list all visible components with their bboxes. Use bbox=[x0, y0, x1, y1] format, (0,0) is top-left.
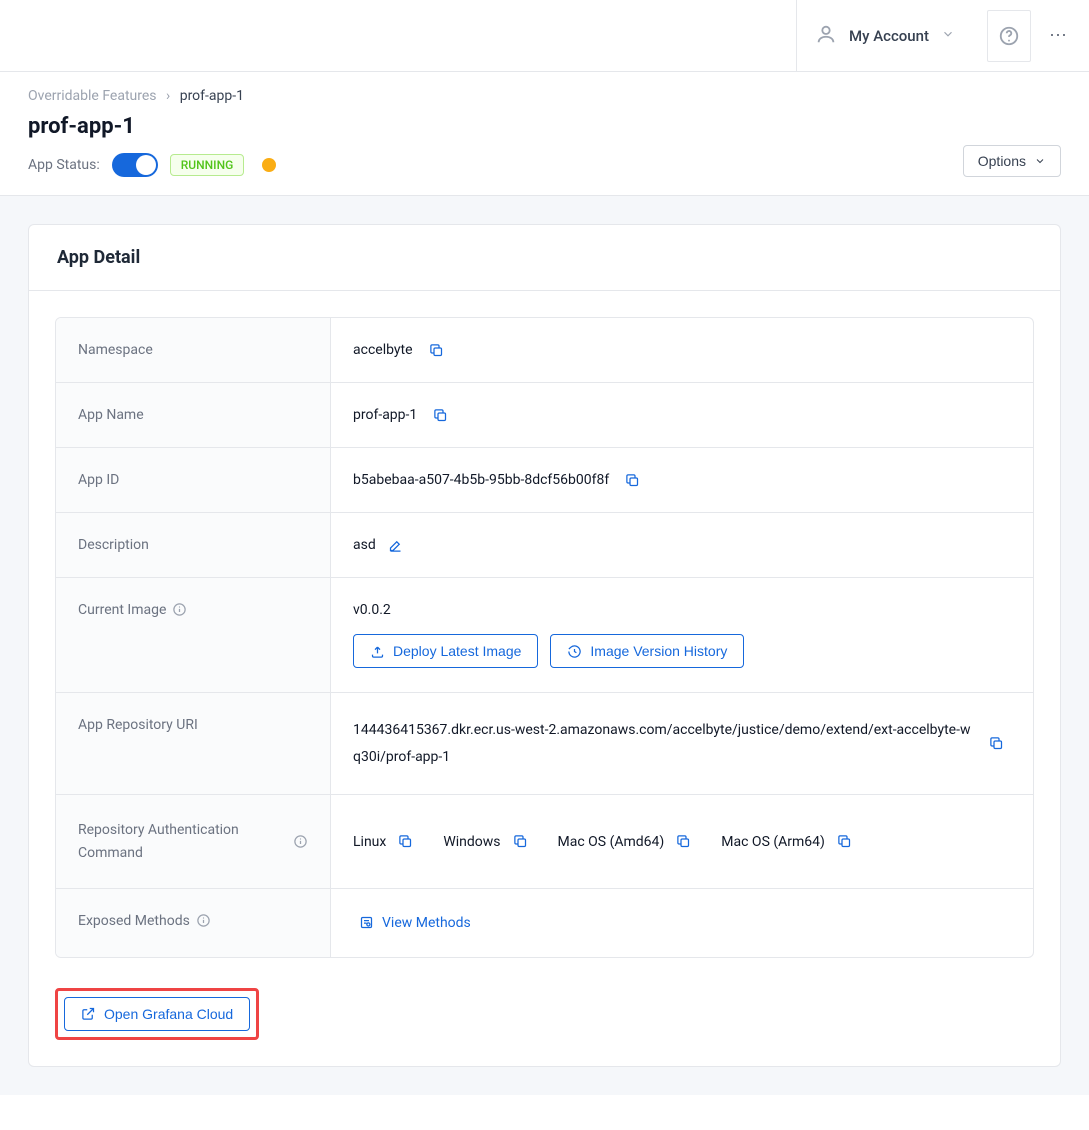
card-body: Namespace accelbyte App Name prof-app-1 … bbox=[29, 291, 1060, 1066]
auth-mac-arm-label: Mac OS (Arm64) bbox=[721, 834, 825, 850]
options-label: Options bbox=[978, 153, 1026, 169]
copy-icon[interactable] bbox=[433, 408, 448, 423]
row-app-name: App Name prof-app-1 bbox=[56, 383, 1033, 448]
user-icon bbox=[815, 23, 837, 49]
breadcrumb-separator: › bbox=[166, 88, 170, 104]
exposed-label-text: Exposed Methods bbox=[78, 913, 190, 929]
card-title: App Detail bbox=[29, 225, 1060, 291]
running-badge: RUNNING bbox=[170, 154, 245, 176]
auth-linux-label: Linux bbox=[353, 834, 386, 850]
label-description: Description bbox=[56, 513, 331, 577]
page-title: prof-app-1 bbox=[28, 114, 1061, 139]
repo-uri-text: 144436415367.dkr.ecr.us-west-2.amazonaws… bbox=[353, 717, 973, 770]
edit-icon[interactable] bbox=[388, 538, 403, 553]
namespace-text: accelbyte bbox=[353, 342, 413, 358]
value-repo-auth: Linux Windows Mac OS (Amd64) Mac OS bbox=[331, 795, 1033, 888]
app-detail-card: App Detail Namespace accelbyte App Name … bbox=[28, 224, 1061, 1067]
value-repo-uri: 144436415367.dkr.ecr.us-west-2.amazonaws… bbox=[331, 693, 1033, 794]
options-button[interactable]: Options bbox=[963, 145, 1061, 177]
breadcrumb-current: prof-app-1 bbox=[180, 88, 244, 104]
label-current-image: Current Image bbox=[56, 578, 331, 692]
breadcrumb-root[interactable]: Overridable Features bbox=[28, 88, 157, 104]
app-status-toggle[interactable] bbox=[112, 153, 158, 177]
info-icon[interactable] bbox=[293, 834, 308, 849]
label-exposed: Exposed Methods bbox=[56, 889, 331, 957]
deploy-label: Deploy Latest Image bbox=[393, 643, 521, 659]
app-status-label: App Status: bbox=[28, 157, 100, 173]
current-image-text: v0.0.2 bbox=[353, 602, 391, 618]
history-label: Image Version History bbox=[590, 643, 727, 659]
app-id-text: b5abebaa-a507-4b5b-95bb-8dcf56b00f8f bbox=[353, 472, 609, 488]
copy-icon[interactable] bbox=[837, 834, 852, 849]
auth-linux: Linux bbox=[353, 834, 413, 850]
list-icon bbox=[359, 915, 374, 930]
page-header: Overridable Features › prof-app-1 prof-a… bbox=[0, 72, 1089, 196]
row-repo-uri: App Repository URI 144436415367.dkr.ecr.… bbox=[56, 693, 1033, 795]
copy-icon[interactable] bbox=[989, 736, 1004, 751]
chevron-down-icon bbox=[941, 27, 955, 45]
row-app-id: App ID b5abebaa-a507-4b5b-95bb-8dcf56b00… bbox=[56, 448, 1033, 513]
info-icon[interactable] bbox=[172, 602, 187, 617]
view-methods-label: View Methods bbox=[382, 915, 471, 931]
copy-icon[interactable] bbox=[398, 834, 413, 849]
value-description: asd bbox=[331, 513, 1033, 577]
row-namespace: Namespace accelbyte bbox=[56, 318, 1033, 383]
info-icon[interactable] bbox=[196, 913, 211, 928]
upload-icon bbox=[370, 644, 385, 659]
label-namespace: Namespace bbox=[56, 318, 331, 382]
auth-mac-amd-label: Mac OS (Amd64) bbox=[558, 834, 665, 850]
value-app-id: b5abebaa-a507-4b5b-95bb-8dcf56b00f8f bbox=[331, 448, 1033, 512]
auth-windows-label: Windows bbox=[443, 834, 500, 850]
chevron-down-icon bbox=[1034, 155, 1046, 167]
copy-icon[interactable] bbox=[625, 473, 640, 488]
value-app-name: prof-app-1 bbox=[331, 383, 1033, 447]
description-text: asd bbox=[353, 537, 376, 553]
external-link-icon bbox=[81, 1006, 96, 1021]
value-current-image: v0.0.2 Deploy Latest Image Image Version… bbox=[331, 578, 1033, 692]
current-image-label-text: Current Image bbox=[78, 602, 166, 618]
repo-auth-label-text: Repository Authentication Command bbox=[78, 819, 287, 864]
help-button[interactable] bbox=[987, 10, 1031, 62]
label-app-name: App Name bbox=[56, 383, 331, 447]
label-repo-auth: Repository Authentication Command bbox=[56, 795, 331, 888]
image-buttons: Deploy Latest Image Image Version Histor… bbox=[353, 634, 744, 668]
row-description: Description asd bbox=[56, 513, 1033, 578]
label-repo-uri: App Repository URI bbox=[56, 693, 331, 794]
auth-mac-arm: Mac OS (Arm64) bbox=[721, 834, 852, 850]
grafana-label: Open Grafana Cloud bbox=[104, 1006, 233, 1022]
row-current-image: Current Image v0.0.2 Deploy Latest Image bbox=[56, 578, 1033, 693]
row-repo-auth: Repository Authentication Command Linux … bbox=[56, 795, 1033, 889]
auth-windows: Windows bbox=[443, 834, 527, 850]
view-methods-link[interactable]: View Methods bbox=[359, 913, 471, 933]
copy-icon[interactable] bbox=[429, 343, 444, 358]
account-label: My Account bbox=[849, 27, 929, 45]
auth-mac-amd: Mac OS (Amd64) bbox=[558, 834, 692, 850]
app-name-text: prof-app-1 bbox=[353, 407, 417, 423]
warning-icon[interactable] bbox=[262, 158, 276, 172]
copy-icon[interactable] bbox=[676, 834, 691, 849]
copy-icon[interactable] bbox=[513, 834, 528, 849]
open-grafana-button[interactable]: Open Grafana Cloud bbox=[64, 997, 250, 1031]
breadcrumb: Overridable Features › prof-app-1 bbox=[28, 88, 1061, 104]
history-icon bbox=[567, 644, 582, 659]
value-namespace: accelbyte bbox=[331, 318, 1033, 382]
content-area: App Detail Namespace accelbyte App Name … bbox=[0, 196, 1089, 1095]
grafana-highlight: Open Grafana Cloud bbox=[55, 988, 259, 1040]
account-menu[interactable]: My Account bbox=[796, 0, 973, 71]
topbar: My Account ⋯ bbox=[0, 0, 1089, 72]
label-app-id: App ID bbox=[56, 448, 331, 512]
deploy-latest-button[interactable]: Deploy Latest Image bbox=[353, 634, 538, 668]
more-menu-button[interactable]: ⋯ bbox=[1049, 25, 1069, 46]
detail-table: Namespace accelbyte App Name prof-app-1 … bbox=[55, 317, 1034, 958]
row-exposed-methods: Exposed Methods View Methods bbox=[56, 889, 1033, 957]
value-exposed: View Methods bbox=[331, 889, 1033, 957]
status-row: App Status: RUNNING bbox=[28, 153, 1061, 177]
image-history-button[interactable]: Image Version History bbox=[550, 634, 744, 668]
